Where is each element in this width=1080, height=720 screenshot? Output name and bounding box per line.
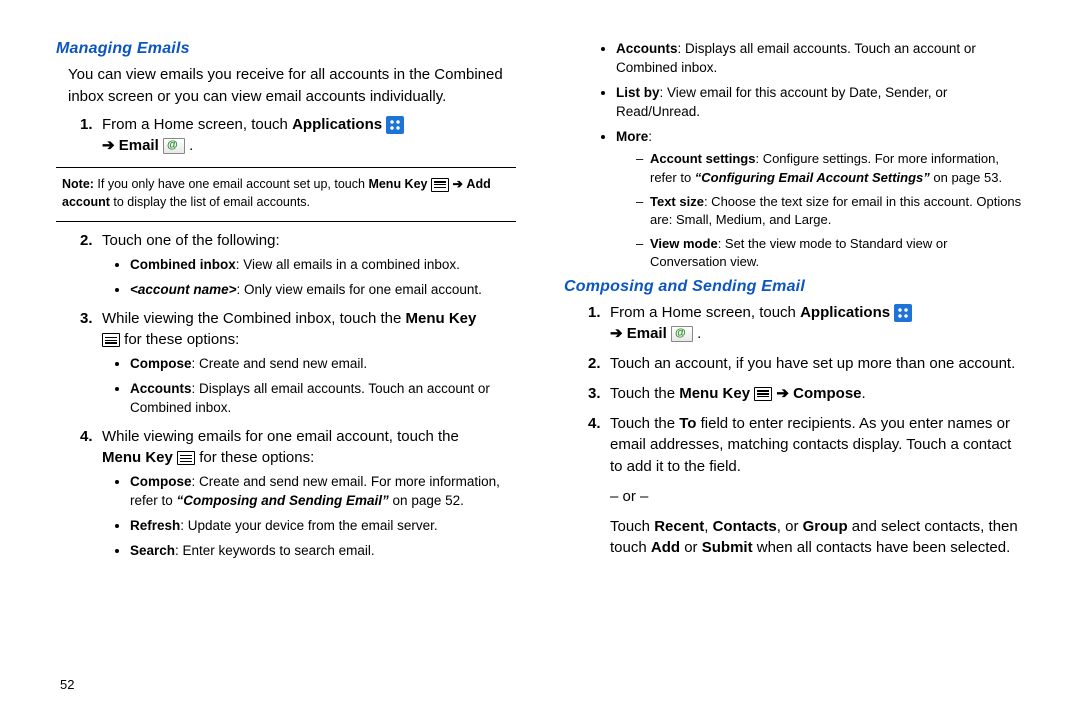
refresh-desc: : Update your device from the email serv…: [180, 518, 437, 533]
menu-key-icon: [102, 333, 120, 347]
applications-icon: [386, 116, 404, 134]
r-step4-e: when all contacts have been selected.: [753, 539, 1011, 556]
more-label: More: [616, 129, 648, 144]
submit-label: Submit: [702, 539, 753, 556]
step4-a: While viewing emails for one email accou…: [102, 428, 459, 445]
bullet-accounts-r: Accounts: Displays all email accounts. T…: [616, 40, 1024, 78]
r-step2-text: Touch an account, if you have set up mor…: [610, 355, 1015, 372]
note-menu-key: Menu Key: [368, 177, 427, 191]
page-number: 52: [60, 677, 74, 692]
bullet-listby: List by: View email for this account by …: [616, 84, 1024, 122]
text-size-label: Text size: [650, 194, 704, 209]
email-label: Email: [627, 325, 667, 342]
compose-label: Compose: [130, 474, 192, 489]
bullet-compose: Compose: Create and send new email.: [130, 355, 516, 374]
contacts-label: Contacts: [713, 518, 777, 535]
intro-text: You can view emails you receive for all …: [68, 64, 516, 108]
accounts-label: Accounts: [130, 381, 192, 396]
account-name-label: <account name>: [130, 282, 237, 297]
bullet-refresh: Refresh: Update your device from the ema…: [130, 517, 516, 536]
note-text-a: If you only have one email account set u…: [97, 177, 368, 191]
note-text-c: to display the list of email accounts.: [110, 195, 310, 209]
r-step4-a: Touch the: [610, 415, 679, 432]
applications-label: Applications: [292, 116, 382, 133]
compose-ref-page: on page 52.: [389, 493, 464, 508]
r-step-4: 4. Touch the To field to enter recipient…: [588, 413, 1024, 560]
step3-menu-key: Menu Key: [406, 310, 477, 327]
right-column: Accounts: Displays all email accounts. T…: [564, 40, 1024, 700]
r-step1-a: From a Home screen, touch: [610, 304, 800, 321]
applications-icon: [894, 304, 912, 322]
step3-a: While viewing the Combined inbox, touch …: [102, 310, 406, 327]
recent-label: Recent: [654, 518, 704, 535]
r-step3-a: Touch the: [610, 385, 679, 402]
compose-ref: “Composing and Sending Email”: [177, 493, 389, 508]
step4-b: for these options:: [199, 449, 314, 466]
section-managing-emails: Managing Emails: [56, 40, 516, 58]
step-1: 1. From a Home screen, touch Application…: [80, 114, 516, 158]
bullet-search: Search: Enter keywords to search email.: [130, 542, 516, 561]
view-mode-label: View mode: [650, 236, 718, 251]
email-icon: [163, 138, 185, 154]
arrow-icon: ➔: [610, 325, 623, 342]
bullet-combined-inbox: Combined inbox: View all emails in a com…: [130, 256, 516, 275]
note-block: Note: If you only have one email account…: [56, 176, 516, 211]
separator: [56, 167, 516, 168]
arrow-icon: ➔: [102, 137, 115, 154]
or-separator: – or –: [610, 486, 1024, 508]
note-head: Note:: [62, 177, 97, 191]
bullet-accounts: Accounts: Displays all email accounts. T…: [130, 380, 516, 418]
account-settings-ref-page: on page 53.: [930, 170, 1002, 185]
account-settings-label: Account settings: [650, 151, 755, 166]
search-label: Search: [130, 543, 175, 558]
r-step-2: 2. Touch an account, if you have set up …: [588, 353, 1024, 375]
search-desc: : Enter keywords to search email.: [175, 543, 375, 558]
step4-menu-key: Menu Key: [102, 449, 173, 466]
listby-label: List by: [616, 85, 660, 100]
add-label: Add: [651, 539, 680, 556]
left-column: Managing Emails You can view emails you …: [56, 40, 516, 700]
combined-inbox-label: Combined inbox: [130, 257, 236, 272]
arrow-icon: ➔: [776, 385, 789, 402]
email-label: Email: [119, 137, 159, 154]
menu-key-icon: [177, 451, 195, 465]
bullet-more: More: Account settings: Configure settin…: [616, 128, 1024, 272]
step-3: 3. While viewing the Combined inbox, tou…: [80, 308, 516, 418]
accounts-label: Accounts: [616, 41, 678, 56]
separator: [56, 221, 516, 222]
to-field-label: To: [679, 415, 696, 432]
more-colon: :: [648, 129, 652, 144]
r-step3-menu: Menu Key: [679, 385, 750, 402]
account-settings-ref: “Configuring Email Account Settings”: [695, 170, 930, 185]
arrow-icon: ➔: [452, 177, 462, 191]
dash-text-size: Text size: Choose the text size for emai…: [636, 193, 1024, 229]
menu-key-icon: [431, 178, 449, 192]
compose-desc: : Create and send new email.: [192, 356, 368, 371]
compose-label: Compose: [793, 385, 861, 402]
step1-text: From a Home screen, touch: [102, 116, 292, 133]
step-2: 2. Touch one of the following: Combined …: [80, 230, 516, 300]
combined-inbox-desc: : View all emails in a combined inbox.: [236, 257, 460, 272]
r-step-3: 3. Touch the Menu Key ➔ Compose.: [588, 383, 1024, 405]
refresh-label: Refresh: [130, 518, 180, 533]
email-icon: [671, 326, 693, 342]
manual-page: Managing Emails You can view emails you …: [0, 0, 1080, 720]
dash-view-mode: View mode: Set the view mode to Standard…: [636, 235, 1024, 271]
step2-text: Touch one of the following:: [102, 232, 280, 249]
r-step4-c: Touch: [610, 518, 654, 535]
step3-b: for these options:: [124, 331, 239, 348]
account-name-desc: : Only view emails for one email account…: [237, 282, 482, 297]
compose-label: Compose: [130, 356, 192, 371]
r-step-1: 1. From a Home screen, touch Application…: [588, 302, 1024, 346]
bullet-account-name: <account name>: Only view emails for one…: [130, 281, 516, 300]
bullet-compose-2: Compose: Create and send new email. For …: [130, 473, 516, 511]
step-4: 4. While viewing emails for one email ac…: [80, 426, 516, 561]
menu-key-icon: [754, 387, 772, 401]
applications-label: Applications: [800, 304, 890, 321]
listby-desc: : View email for this account by Date, S…: [616, 85, 947, 119]
text-size-desc: : Choose the text size for email in this…: [650, 194, 1021, 227]
group-label: Group: [803, 518, 848, 535]
section-composing: Composing and Sending Email: [564, 278, 1024, 296]
dash-account-settings: Account settings: Configure settings. Fo…: [636, 150, 1024, 186]
